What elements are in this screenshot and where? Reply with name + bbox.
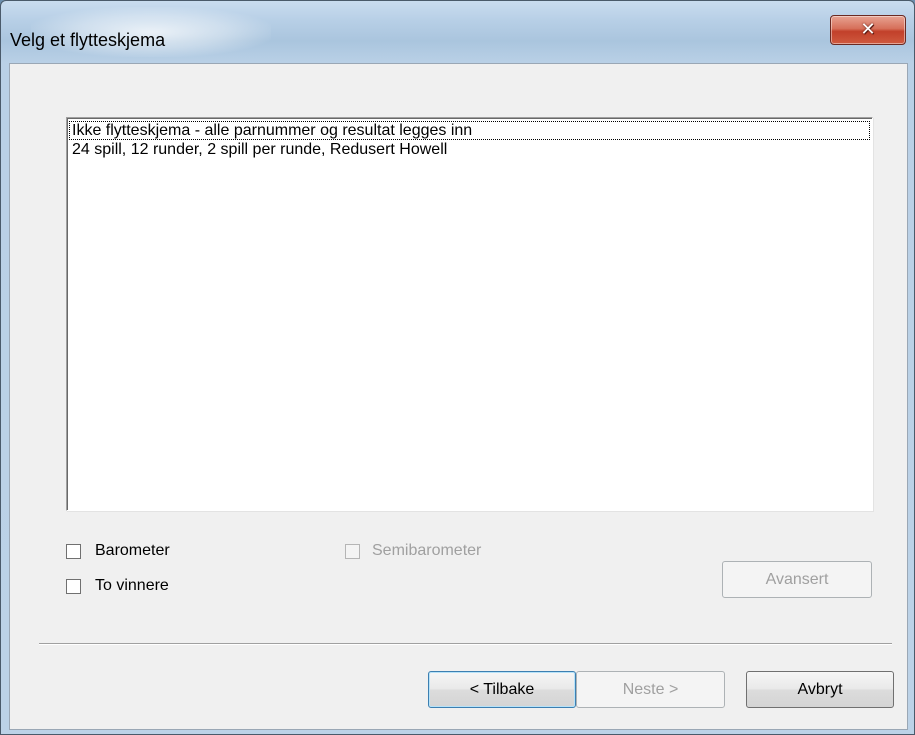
to-vinnere-checkbox-box[interactable]: [66, 578, 81, 594]
to-vinnere-label: To vinnere: [95, 577, 169, 594]
title-bar[interactable]: Velg et flytteskjema ✕: [1, 1, 914, 63]
semibarometer-checkbox-box: [345, 543, 360, 559]
barometer-checkbox-box[interactable]: [66, 543, 81, 559]
cancel-button[interactable]: Avbryt: [746, 671, 894, 708]
schedule-listbox[interactable]: Ikke flytteskjema - alle parnummer og re…: [66, 117, 873, 511]
barometer-checkbox[interactable]: Barometer: [66, 542, 170, 560]
dialog-client-area: Ikke flytteskjema - alle parnummer og re…: [9, 63, 908, 730]
next-button[interactable]: Neste >: [576, 671, 725, 708]
semibarometer-checkbox: Semibarometer: [345, 542, 481, 560]
to-vinnere-checkbox[interactable]: To vinnere: [66, 577, 169, 595]
dialog-window: Velg et flytteskjema ✕ Ikke flytteskjema…: [0, 0, 915, 735]
list-item-no-schedule[interactable]: Ikke flytteskjema - alle parnummer og re…: [69, 121, 870, 140]
list-item-redusert-howell[interactable]: 24 spill, 12 runder, 2 spill per runde, …: [69, 140, 870, 159]
close-icon: ✕: [860, 19, 876, 40]
window-title: Velg et flytteskjema: [10, 30, 166, 50]
barometer-label: Barometer: [95, 542, 170, 559]
back-button[interactable]: < Tilbake: [428, 671, 576, 708]
semibarometer-label: Semibarometer: [372, 542, 482, 559]
avansert-button[interactable]: Avansert: [722, 561, 872, 598]
footer-separator: [39, 643, 892, 645]
close-button[interactable]: ✕: [830, 15, 906, 45]
